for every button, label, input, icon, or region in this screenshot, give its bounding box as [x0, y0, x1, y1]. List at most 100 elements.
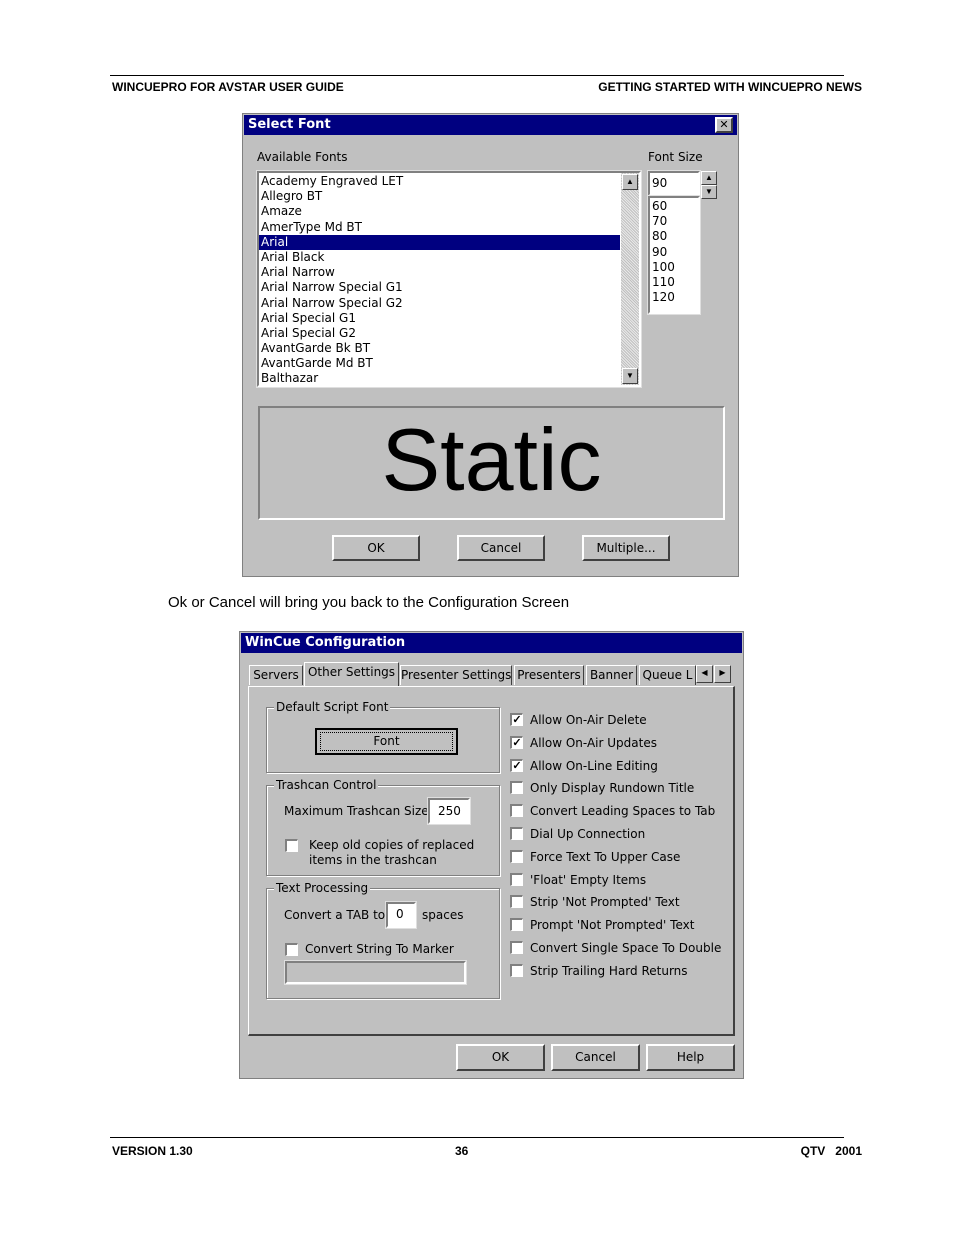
page-number: 36: [455, 1144, 469, 1158]
config-cancel-button[interactable]: Cancel: [551, 1044, 640, 1071]
font-list-item[interactable]: Arial Black: [259, 250, 620, 265]
footer-left: VERSION 1.30: [112, 1144, 193, 1158]
unchecked-checkbox[interactable]: [510, 872, 523, 886]
font-list-scrollbar[interactable]: [621, 173, 639, 385]
unchecked-checkbox[interactable]: [510, 895, 523, 909]
font-size-label: Font Size: [648, 150, 703, 164]
option-row[interactable]: Convert Leading Spaces to Tab: [510, 802, 730, 820]
convert-marker-label: Convert String To Marker: [305, 942, 454, 956]
option-row[interactable]: Prompt 'Not Prompted' Text: [510, 916, 730, 934]
unchecked-checkbox[interactable]: [510, 918, 523, 932]
unchecked-checkbox[interactable]: [510, 963, 523, 977]
tab-servers[interactable]: Servers: [249, 665, 303, 685]
config-help-button[interactable]: Help: [646, 1044, 735, 1071]
unchecked-checkbox[interactable]: [510, 849, 523, 863]
tab-strip: Servers Other Settings Presenter Setting…: [249, 662, 735, 688]
option-label: Allow On-Line Editing: [530, 758, 658, 773]
option-row[interactable]: Dial Up Connection: [510, 825, 730, 843]
ok-button[interactable]: OK: [332, 535, 420, 561]
font-size-item[interactable]: 100: [650, 260, 675, 275]
font-list-item[interactable]: AvantGarde Bk BT: [259, 341, 620, 356]
max-trash-label: Maximum Trashcan Size: [284, 804, 429, 818]
keep-copies-label-2: items in the trashcan: [309, 853, 437, 867]
font-list-item[interactable]: Arial Narrow: [259, 265, 620, 280]
font-size-item[interactable]: 60: [650, 199, 675, 214]
option-row[interactable]: Strip Trailing Hard Returns: [510, 962, 730, 980]
checked-checkbox[interactable]: ✓: [510, 713, 523, 726]
convert-marker-checkbox[interactable]: [285, 943, 298, 956]
tab-other-settings[interactable]: Other Settings: [304, 662, 399, 686]
unchecked-checkbox[interactable]: [510, 804, 523, 818]
font-list-item[interactable]: Arial: [259, 234, 620, 250]
font-size-item[interactable]: 80: [650, 229, 675, 244]
font-list-item[interactable]: AmerType Md BT: [259, 220, 620, 235]
convert-tab-input[interactable]: 0: [385, 901, 417, 929]
font-size-list[interactable]: 60 70 80 90 100 110 120: [647, 195, 701, 315]
option-row[interactable]: 'Float' Empty Items: [510, 871, 730, 889]
tab-banner[interactable]: Banner: [586, 665, 637, 685]
header-rule: [110, 75, 844, 76]
wincue-config-dialog: WinCue Configuration Servers Other Setti…: [239, 631, 744, 1079]
font-list-item[interactable]: Arial Special G1: [259, 311, 620, 326]
font-size-item[interactable]: 110: [650, 275, 675, 290]
option-row[interactable]: ✓ Allow On-Air Updates: [510, 734, 730, 752]
tab-scroll-left-icon[interactable]: ◀: [696, 665, 713, 683]
font-list-item[interactable]: AvantGarde Md BT: [259, 356, 620, 371]
size-spin-up-icon[interactable]: ▲: [701, 171, 717, 185]
spaces-label: spaces: [422, 908, 464, 922]
cancel-button[interactable]: Cancel: [457, 535, 545, 561]
option-row[interactable]: Only Display Rundown Title: [510, 779, 730, 797]
option-label: Allow On-Air Delete: [530, 713, 647, 727]
marker-string-input[interactable]: [284, 960, 467, 985]
preview-text: Static: [381, 410, 602, 509]
select-font-titlebar: Select Font: [244, 115, 737, 135]
checked-checkbox[interactable]: ✓: [510, 735, 523, 749]
available-fonts-label: Available Fonts: [257, 150, 348, 164]
caption-text: Ok or Cancel will bring you back to the …: [168, 594, 570, 611]
max-trash-input[interactable]: 250: [427, 797, 471, 825]
font-list-item[interactable]: Arial Special G2: [259, 326, 620, 341]
font-size-item[interactable]: 70: [650, 214, 675, 229]
tab-queue[interactable]: Queue L: [639, 665, 696, 685]
config-title: WinCue Configuration: [245, 635, 406, 650]
tab-presenters[interactable]: Presenters: [514, 665, 584, 685]
font-list-item[interactable]: Academy Engraved LET: [259, 174, 620, 189]
multiple-button[interactable]: Multiple...: [582, 535, 670, 561]
font-list-item[interactable]: Allegro BT: [259, 189, 620, 204]
select-font-dialog: Select Font ✕ Available Fonts Font Size …: [242, 113, 739, 577]
font-list-item[interactable]: Arial Narrow Special G2: [259, 296, 620, 311]
unchecked-checkbox[interactable]: [510, 781, 523, 795]
checked-checkbox[interactable]: ✓: [510, 758, 523, 772]
font-button[interactable]: Font: [315, 728, 458, 755]
font-size-item[interactable]: 90: [650, 245, 675, 260]
option-row[interactable]: Force Text To Upper Case: [510, 848, 730, 866]
tab-presenter-settings[interactable]: Presenter Settings: [400, 665, 512, 685]
font-list-item[interactable]: Amaze: [259, 204, 620, 219]
unchecked-checkbox[interactable]: [510, 827, 523, 840]
font-list-item[interactable]: Balthazar: [259, 371, 620, 385]
option-label: Allow On-Air Updates: [530, 735, 657, 750]
font-size-input[interactable]: 90: [647, 170, 701, 197]
size-spin-down-icon[interactable]: ▼: [701, 185, 717, 199]
close-icon[interactable]: ✕: [715, 117, 733, 133]
option-row[interactable]: ✓ Allow On-Line Editing: [510, 757, 730, 775]
font-list-item[interactable]: Arial Narrow Special G1: [259, 280, 620, 295]
footer-right: QTV 2001: [800, 1144, 862, 1158]
font-list[interactable]: Academy Engraved LET Allegro BT Amaze AmerT…: [256, 170, 642, 388]
config-ok-button[interactable]: OK: [456, 1044, 545, 1071]
option-row[interactable]: ✓ Allow On-Air Delete: [510, 711, 730, 729]
option-row[interactable]: Strip 'Not Prompted' Text: [510, 893, 730, 911]
unchecked-checkbox[interactable]: [510, 941, 523, 954]
default-font-group-label: Default Script Font: [274, 700, 391, 714]
config-titlebar: WinCue Configuration: [241, 633, 742, 653]
keep-copies-checkbox[interactable]: [285, 839, 298, 852]
option-row[interactable]: Convert Single Space To Double: [510, 939, 730, 957]
scroll-up-icon[interactable]: ▲: [622, 174, 638, 190]
header-right: GETTING STARTED WITH WINCUEPRO NEWS: [598, 80, 862, 94]
select-font-title: Select Font: [248, 117, 331, 132]
option-label: Force Text To Upper Case: [530, 849, 681, 864]
tab-scroll-right-icon[interactable]: ▶: [714, 665, 731, 683]
scroll-down-icon[interactable]: ▼: [622, 368, 638, 384]
font-size-item[interactable]: 120: [650, 290, 675, 305]
tab-panel: Default Script Font Font Trashcan Contro…: [248, 686, 735, 1036]
